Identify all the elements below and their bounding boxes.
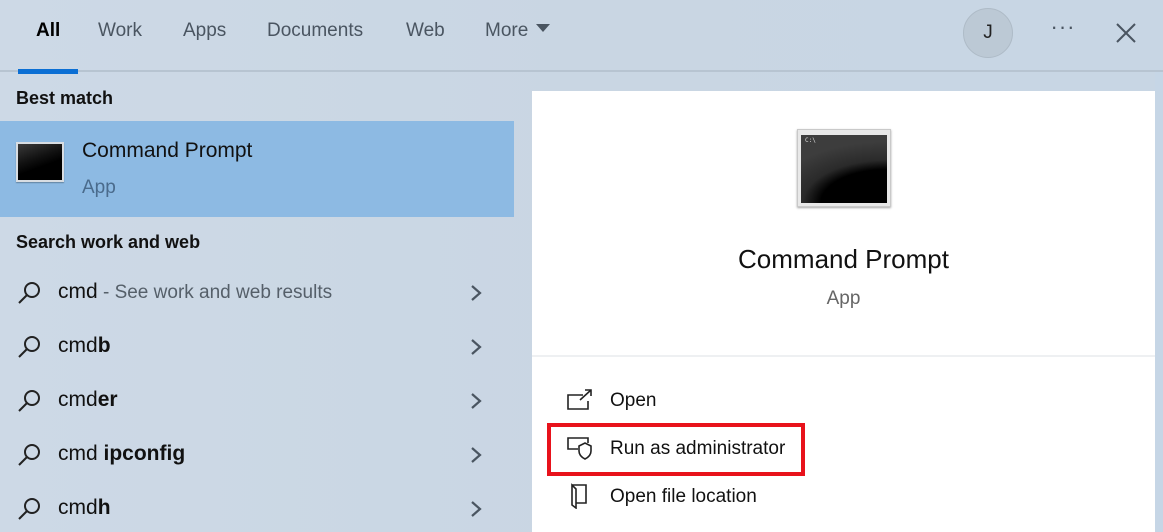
- run-as-administrator-action[interactable]: Run as administrator: [566, 429, 826, 469]
- chevron-right-icon: [471, 393, 482, 409]
- chevron-right-icon: [471, 285, 482, 301]
- open-icon: [567, 389, 592, 410]
- avatar-initial: J: [983, 22, 993, 43]
- suggestion-text: cmder: [58, 388, 118, 411]
- search-icon: [18, 498, 40, 520]
- tab-label: More: [485, 20, 529, 41]
- more-options-button[interactable]: ···: [1046, 14, 1080, 50]
- tab-work[interactable]: Work: [98, 20, 142, 72]
- command-prompt-icon: [16, 142, 64, 182]
- caret-down-icon: [536, 23, 551, 32]
- best-match-command-prompt[interactable]: Command Prompt App: [0, 121, 514, 217]
- best-match-heading: Best match: [16, 88, 114, 108]
- ellipsis-icon: ···: [1050, 14, 1076, 39]
- suggestion-text: cmd ipconfig: [58, 442, 186, 465]
- active-tab-indicator: [18, 69, 79, 74]
- suggestion-item[interactable]: cmdb: [0, 322, 514, 376]
- search-web-heading: Search work and web: [16, 232, 201, 252]
- search-icon: [18, 444, 40, 466]
- tab-all[interactable]: All: [18, 20, 79, 74]
- user-avatar[interactable]: J: [963, 8, 1013, 58]
- prompt-text: C:\: [805, 137, 816, 144]
- action-label: Open: [610, 390, 657, 411]
- file-location-icon: [571, 483, 587, 509]
- panel-edge: [1155, 72, 1163, 532]
- tab-label: Web: [406, 20, 445, 41]
- tab-label: Documents: [267, 20, 364, 41]
- open-action[interactable]: Open: [566, 381, 826, 421]
- suggestion-text: cmdh: [58, 496, 111, 519]
- console-screen: C:\: [801, 135, 887, 203]
- command-prompt-icon: C:\: [797, 129, 891, 207]
- tab-more[interactable]: More: [485, 20, 551, 72]
- tab-label: Apps: [183, 20, 227, 41]
- suggestion-text: cmdb: [58, 334, 111, 357]
- action-label: Open file location: [610, 486, 757, 507]
- action-label: Run as administrator: [610, 438, 786, 459]
- suggestion-item[interactable]: cmdh: [0, 484, 514, 532]
- chevron-right-icon: [471, 501, 482, 517]
- detail-title: Command Prompt: [738, 244, 949, 274]
- tab-label: Work: [98, 20, 142, 41]
- search-filter-bar: All Work Apps Documents Web More J ···: [0, 0, 1163, 74]
- chevron-right-icon: [471, 339, 482, 355]
- suggestion-item[interactable]: cmd - See work and web results: [0, 268, 514, 322]
- open-file-location-action[interactable]: Open file location: [566, 477, 826, 517]
- tab-label: All: [36, 20, 61, 41]
- tab-web[interactable]: Web: [406, 20, 445, 72]
- search-icon: [18, 390, 40, 412]
- suggestion-text: cmd - See work and web results: [58, 280, 333, 303]
- tab-documents[interactable]: Documents: [267, 20, 363, 72]
- tab-apps[interactable]: Apps: [183, 20, 226, 72]
- divider: [532, 355, 1155, 357]
- chevron-right-icon: [471, 447, 482, 463]
- app-detail-panel: C:\ Command Prompt App Open Run as admin…: [532, 91, 1155, 532]
- suggestion-item[interactable]: cmd ipconfig: [0, 430, 514, 484]
- close-button[interactable]: [1112, 20, 1140, 48]
- detail-subtitle: App: [826, 288, 861, 309]
- best-match-title: Command Prompt: [82, 139, 253, 162]
- shield-icon: [567, 437, 592, 460]
- close-icon: [1116, 23, 1136, 43]
- best-match-subtitle: App: [82, 177, 116, 198]
- search-icon: [18, 336, 40, 358]
- search-icon: [18, 282, 40, 304]
- suggestion-item[interactable]: cmder: [0, 376, 514, 430]
